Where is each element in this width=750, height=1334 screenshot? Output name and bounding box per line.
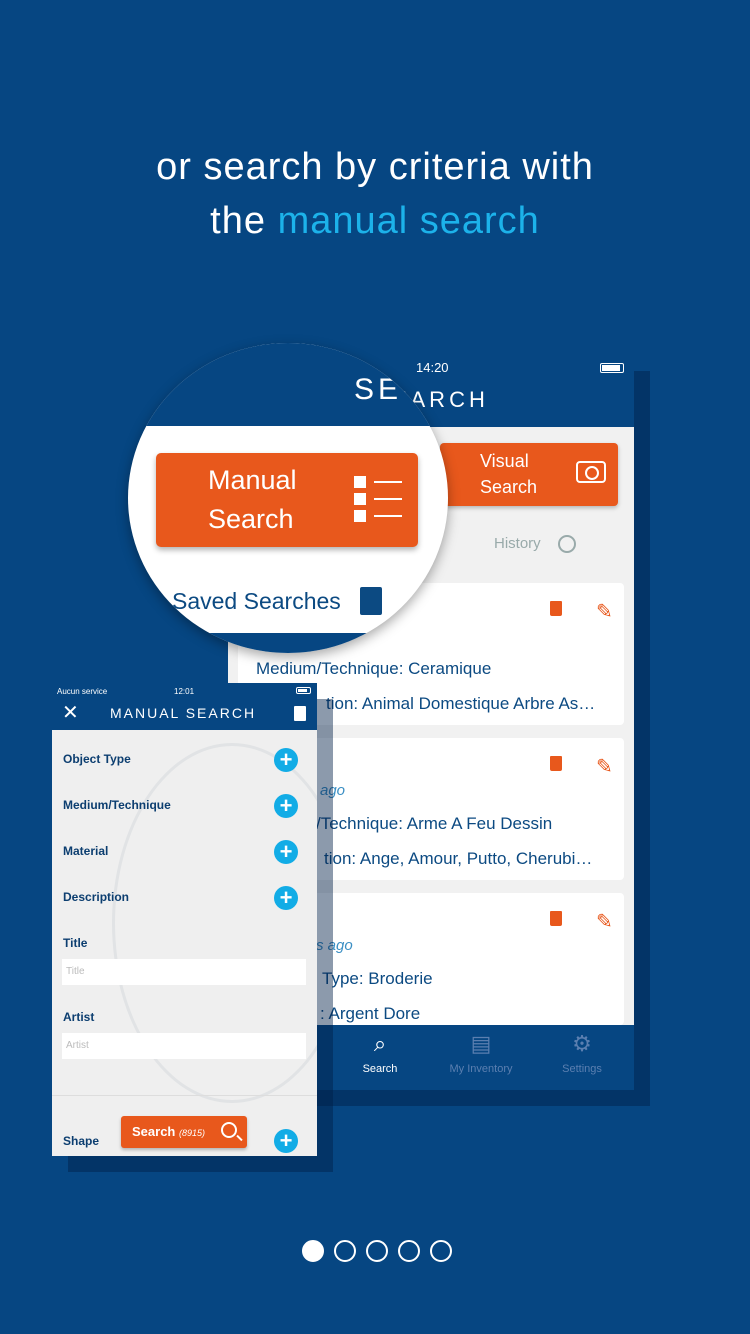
field-label-artist: Artist (63, 1010, 95, 1024)
close-icon[interactable]: ✕ (62, 703, 79, 723)
status-time: 14:20 (416, 360, 449, 375)
plus-icon[interactable]: + (274, 886, 298, 910)
manual-search-label: Manual Search (208, 465, 297, 534)
field-label-description: Description (63, 890, 130, 904)
tab-label: Search (362, 1063, 398, 1075)
saved-searches-tab[interactable]: Saved Searches (172, 588, 341, 615)
trash-icon[interactable] (550, 601, 562, 616)
history-tab[interactable]: History (494, 535, 541, 552)
magnified-title: SE (354, 373, 403, 406)
trash-icon[interactable] (550, 756, 562, 771)
plus-icon[interactable]: + (274, 1129, 298, 1153)
camera-icon (576, 461, 606, 483)
tab-my-inventory[interactable]: ▤ My Inventory (431, 1031, 531, 1075)
card-time: ago (320, 782, 346, 799)
card-line: tion: Ange, Amour, Putto, Cherubi… (324, 849, 593, 868)
trash-icon[interactable] (550, 911, 562, 926)
page-title: MANUAL SEARCH (110, 705, 257, 721)
bookmark-book-icon (360, 587, 382, 615)
gear-icon: ⚙ (572, 1031, 592, 1056)
tab-label: Settings (562, 1063, 602, 1075)
card-line: tion: Animal Domestique Arbre As… (326, 694, 596, 713)
headline-line-2: the manual search (0, 194, 750, 248)
card-time: s ago (316, 937, 353, 954)
card-line: : Argent Dore (320, 1004, 421, 1023)
headline-accent: manual search (277, 200, 540, 242)
plus-icon[interactable]: + (274, 794, 298, 818)
page-dot[interactable] (366, 1240, 388, 1262)
artist-input[interactable]: Artist (62, 1033, 306, 1059)
tab-label: My Inventory (449, 1063, 513, 1075)
search-icon: ⌕ (373, 1031, 387, 1056)
field-label-title: Title (63, 936, 88, 950)
magnifier-callout: SE Manual Search Saved Searches (128, 343, 448, 653)
tab-search[interactable]: ⌕ Search (330, 1031, 430, 1075)
pencil-icon[interactable]: ✎ (596, 754, 613, 779)
battery-icon (600, 363, 624, 373)
manual-search-button[interactable]: Manual Search (156, 453, 418, 547)
checklist-icon (354, 476, 402, 528)
visual-search-label: Visual Search (480, 451, 538, 497)
history-icon (558, 535, 576, 553)
page-indicator (302, 1240, 452, 1262)
page-dot[interactable] (302, 1240, 324, 1262)
result-count: (8915) (179, 1128, 206, 1138)
tab-settings[interactable]: ⚙ Settings (532, 1031, 632, 1075)
field-label-material: Material (63, 844, 109, 858)
card-line: Medium/Technique: Ceramique (256, 659, 492, 678)
search-icon (221, 1122, 237, 1138)
search-button-label: Search (132, 1124, 176, 1139)
pencil-icon[interactable]: ✎ (596, 909, 613, 934)
card-line: Type: Broderie (322, 969, 433, 988)
manual-search-header: Aucun service 12:01 ✕ MANUAL SEARCH (52, 683, 317, 730)
archive-box-icon: ▤ (470, 1031, 492, 1056)
magnified-divider (128, 633, 448, 653)
bookmark-book-icon[interactable] (294, 706, 306, 721)
page-dot[interactable] (430, 1240, 452, 1262)
headline-prefix: the (210, 200, 278, 242)
page-dot[interactable] (398, 1240, 420, 1262)
field-label-shape: Shape (63, 1134, 100, 1148)
title-input[interactable]: Title (62, 959, 306, 985)
field-label-object-type: Object Type (63, 752, 131, 766)
magnified-header: SE (128, 343, 448, 426)
field-label-medium: Medium/Technique (63, 798, 171, 812)
carrier-label: Aucun service (57, 687, 108, 696)
plus-icon[interactable]: + (274, 748, 298, 772)
status-time: 12:01 (174, 687, 195, 696)
search-button[interactable]: Search (8915) (121, 1116, 247, 1148)
page-dot[interactable] (334, 1240, 356, 1262)
pencil-icon[interactable]: ✎ (596, 599, 613, 624)
manual-search-screen: Aucun service 12:01 ✕ MANUAL SEARCH Obje… (52, 683, 317, 1156)
divider (52, 1095, 317, 1096)
card-line: /Technique: Arme A Feu Dessin (316, 814, 553, 833)
plus-icon[interactable]: + (274, 840, 298, 864)
headline-line-1: or search by criteria with (156, 146, 594, 188)
headline: or search by criteria with the manual se… (0, 140, 750, 248)
battery-icon (296, 687, 311, 694)
visual-search-button[interactable]: Visual Search (440, 443, 618, 506)
